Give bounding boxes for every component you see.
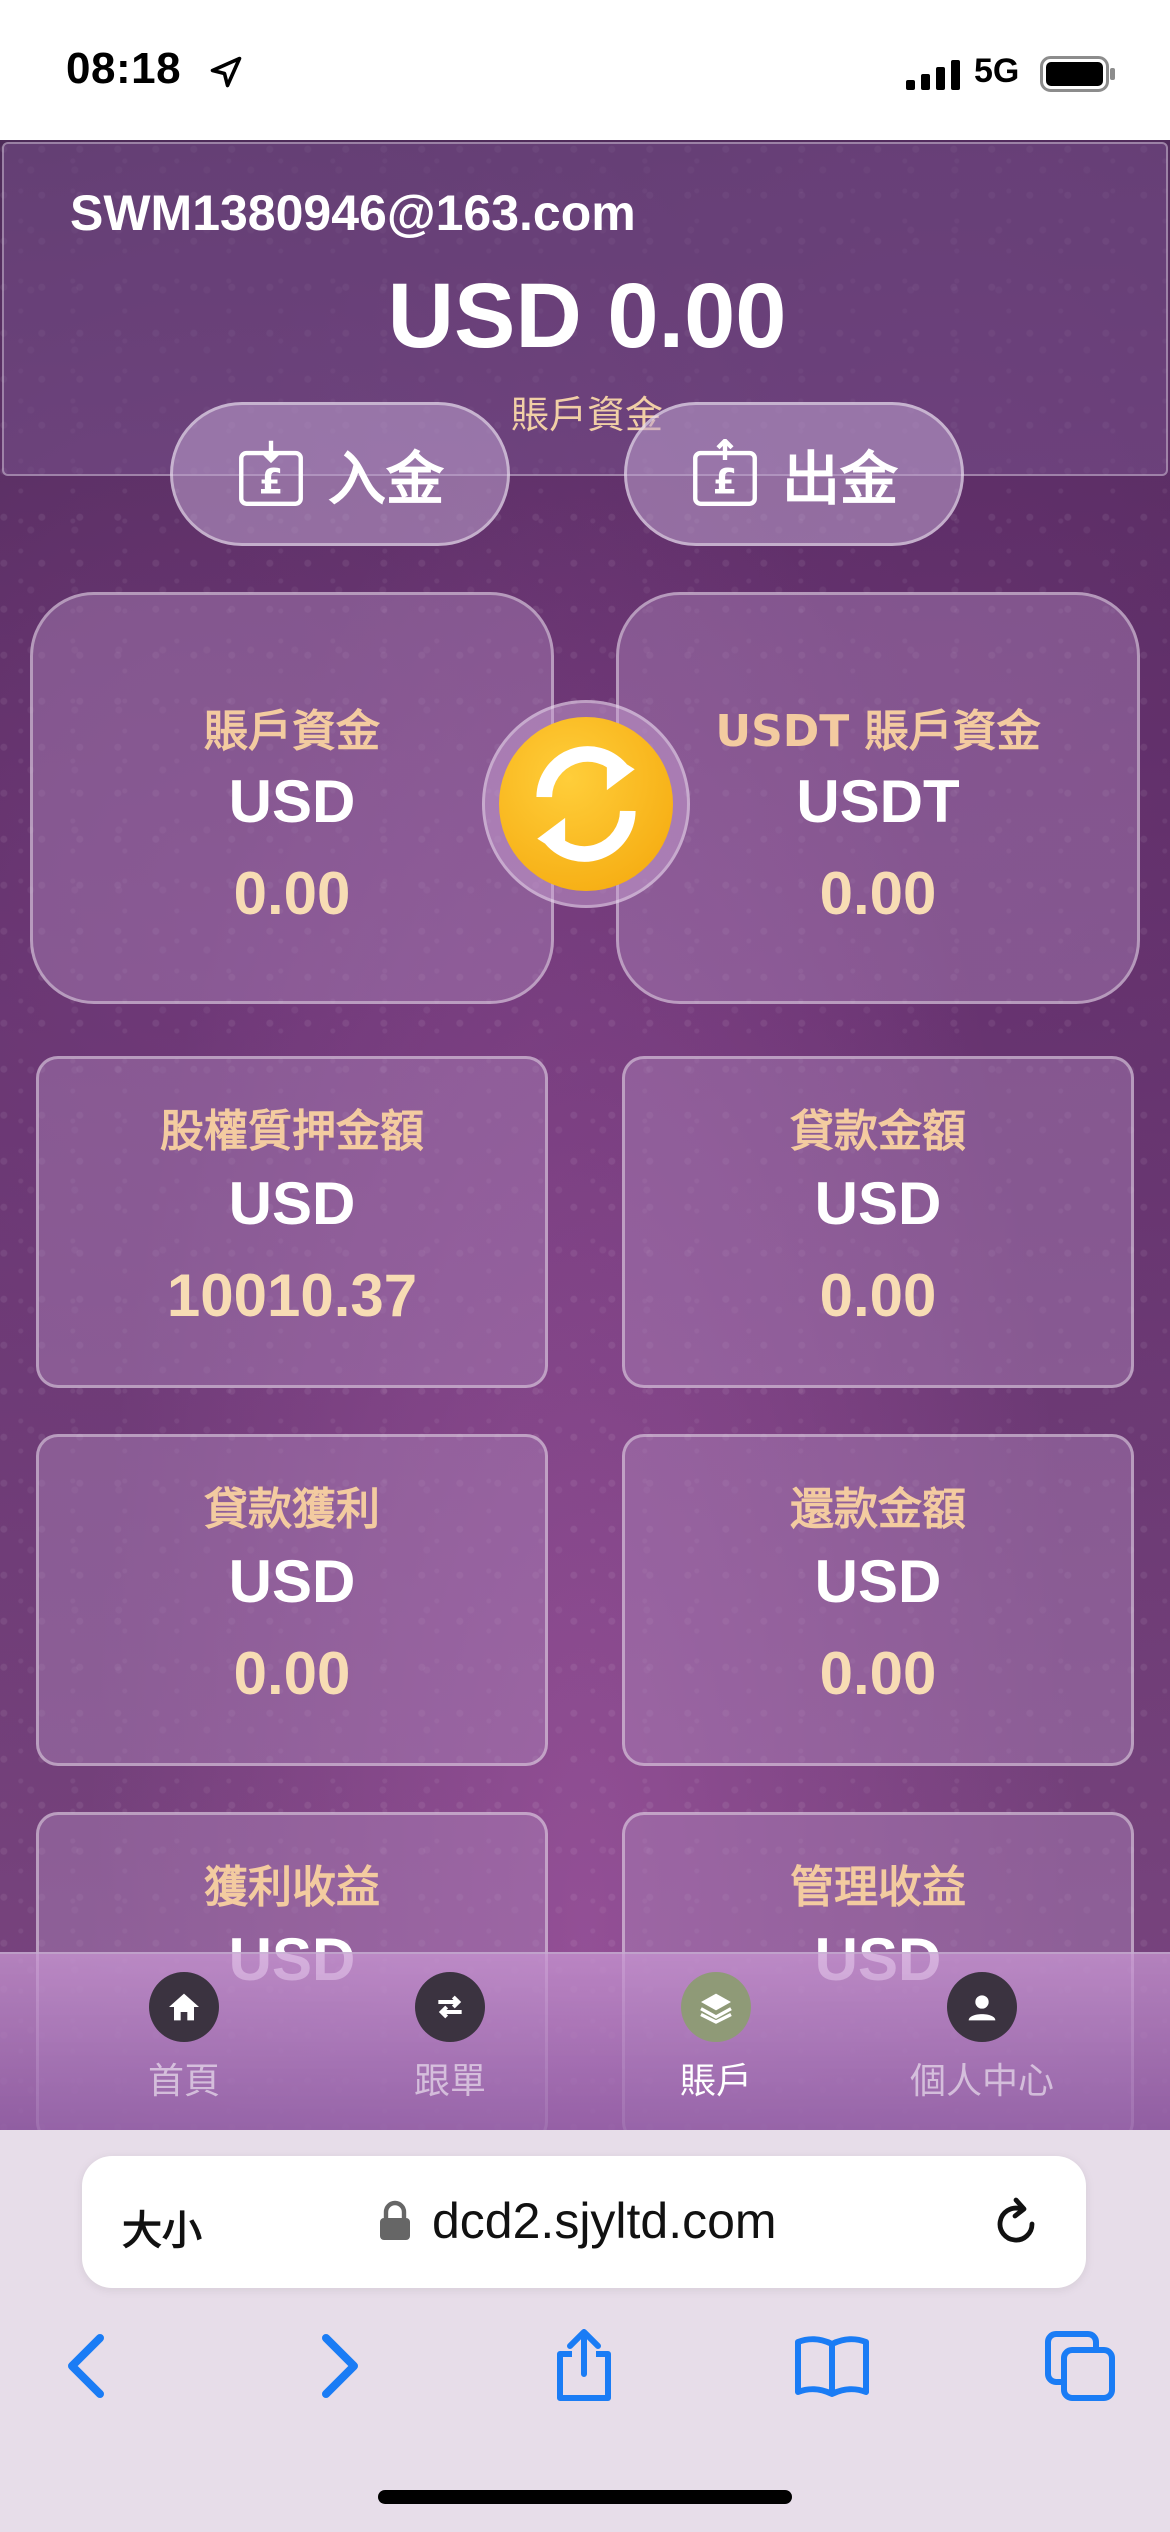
- signal-icon: [906, 60, 960, 90]
- user-email: SWM1380946@163.com: [70, 185, 636, 241]
- card-title: 貸款獲利: [204, 1484, 380, 1535]
- card-equity-pledge: 股權質押金額 USD 10010.37: [36, 1056, 548, 1388]
- card-value: 10010.37: [166, 1262, 418, 1329]
- url-text: dcd2.sjyltd.com: [432, 2193, 777, 2249]
- tab-profile[interactable]: 個人中心: [872, 1972, 1092, 2104]
- card-loan-amount: 貸款金額 USD 0.00: [622, 1056, 1134, 1388]
- card-title: 管理收益: [790, 1862, 966, 1913]
- bookmarks-icon[interactable]: [792, 2326, 872, 2406]
- layers-icon: [700, 1993, 732, 2024]
- lock-icon: [380, 2200, 410, 2240]
- deposit-label: 入金: [327, 445, 444, 513]
- card-currency: USD: [814, 1170, 942, 1237]
- card-value: 0.00: [819, 1640, 937, 1707]
- card-title: 還款金額: [790, 1484, 966, 1535]
- card-value: 0.00: [819, 1262, 937, 1329]
- text-size-button[interactable]: 大小: [122, 2198, 202, 2256]
- tabs-icon[interactable]: [1040, 2326, 1120, 2406]
- tab-label: 首頁: [147, 2061, 220, 2102]
- card-title: 獲利收益: [204, 1862, 380, 1913]
- bottom-tab-bar: 首頁 跟單 賬戶 個人中心: [0, 1952, 1170, 2130]
- forward-icon[interactable]: [298, 2326, 378, 2406]
- account-page: SWM1380946@163.com USD 0.00 賬戶資金 £ 入金 £ …: [0, 140, 1170, 2130]
- card-loan-profit: 貸款獲利 USD 0.00: [36, 1434, 548, 1766]
- card-usdt-funds: USDT 賬戶資金 USDT 0.00: [616, 592, 1140, 1004]
- balance-caption: 賬戶資金: [510, 393, 663, 437]
- card-value: 0.00: [233, 860, 351, 927]
- home-indicator: [378, 2490, 792, 2504]
- card-currency: USD: [228, 1170, 356, 1237]
- tab-copy-trade[interactable]: 跟單: [340, 1972, 560, 2104]
- withdraw-icon: £: [693, 439, 757, 506]
- withdraw-label: 出金: [781, 445, 898, 513]
- deposit-button[interactable]: £ 入金: [170, 402, 510, 546]
- status-time: 08:18: [66, 44, 182, 93]
- tab-label: 個人中心: [909, 2061, 1054, 2102]
- tab-home[interactable]: 首頁: [74, 1972, 294, 2104]
- tab-label: 跟單: [413, 2061, 486, 2102]
- refresh-icon: [536, 746, 636, 862]
- card-account-funds: 賬戶資金 USD 0.00: [30, 592, 554, 1004]
- battery-icon: [1040, 56, 1115, 92]
- account-header: SWM1380946@163.com USD 0.00 賬戶資金: [2, 142, 1168, 476]
- deposit-icon: £: [239, 440, 303, 506]
- tab-account[interactable]: 賬戶: [606, 1972, 826, 2104]
- svg-text:£: £: [259, 462, 283, 502]
- card-title: 賬戶資金: [204, 706, 380, 757]
- status-bar: 08:18 5G: [0, 0, 1170, 140]
- back-icon[interactable]: [48, 2326, 128, 2406]
- home-icon: [169, 1993, 199, 2021]
- withdraw-button[interactable]: £ 出金: [624, 402, 964, 546]
- tab-label: 賬戶: [679, 2061, 752, 2102]
- card-currency: USD: [814, 1548, 942, 1615]
- address-bar[interactable]: 大小 dcd2.sjyltd.com: [82, 2156, 1086, 2288]
- user-icon: [968, 1995, 996, 2021]
- card-repayment-amount: 還款金額 USD 0.00: [622, 1434, 1134, 1766]
- browser-toolbar: 大小 dcd2.sjyltd.com: [0, 2130, 1170, 2532]
- reload-icon[interactable]: [988, 2196, 1044, 2252]
- card-title: USDT 賬戶資金: [715, 706, 1041, 757]
- card-title: 貸款金額: [790, 1106, 966, 1157]
- svg-text:£: £: [713, 462, 737, 502]
- network-label: 5G: [974, 52, 1020, 90]
- swap-arrows-icon: [438, 1995, 462, 2019]
- location-arrow-icon: [210, 56, 242, 88]
- card-currency: USDT: [796, 768, 960, 835]
- card-value: 0.00: [819, 860, 937, 927]
- card-currency: USD: [228, 1548, 356, 1615]
- share-icon[interactable]: [544, 2326, 624, 2406]
- card-currency: USD: [228, 768, 356, 835]
- card-value: 0.00: [233, 1640, 351, 1707]
- total-balance: USD 0.00: [387, 265, 787, 367]
- card-title: 股權質押金額: [160, 1106, 424, 1157]
- currency-swap-button[interactable]: [482, 700, 690, 908]
